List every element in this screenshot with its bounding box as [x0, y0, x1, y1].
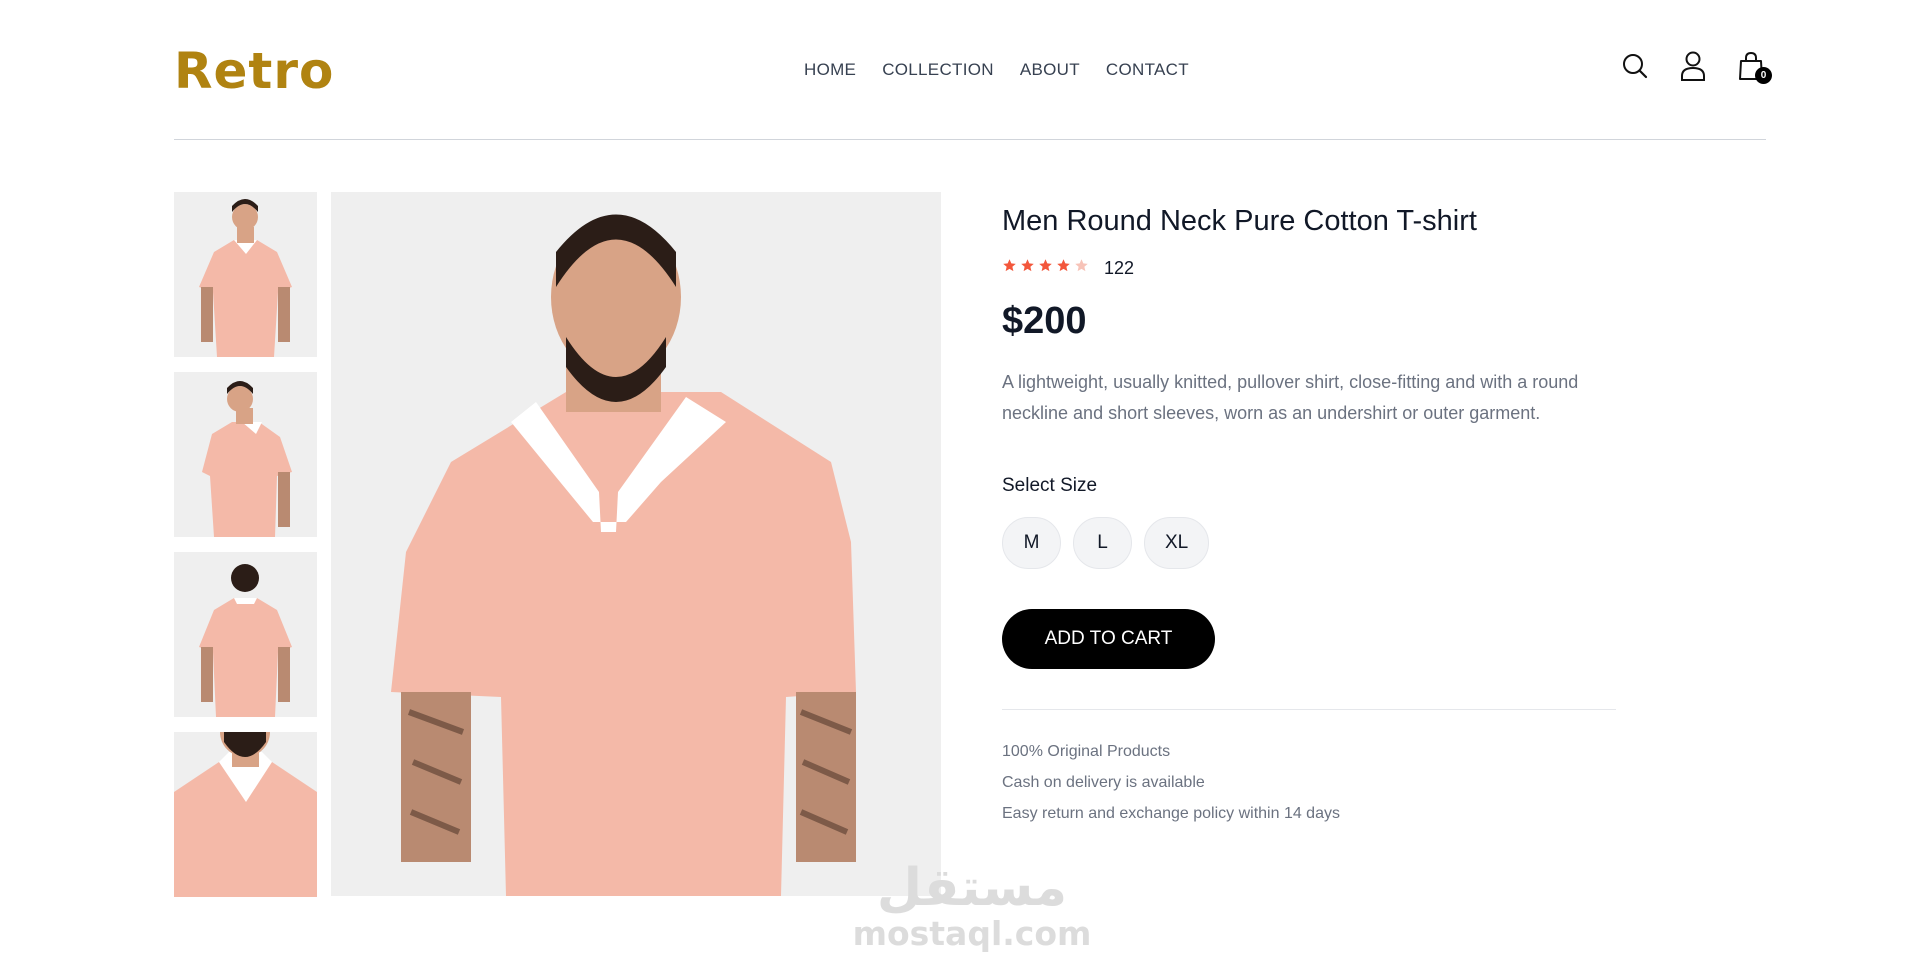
header-actions: 0 — [1620, 50, 1772, 84]
nav-collection-link[interactable]: COLLECTION — [882, 60, 994, 80]
policy-item: Easy return and exchange policy within 1… — [1002, 805, 1340, 822]
star-icon — [1056, 258, 1071, 278]
size-option-xl[interactable]: XL — [1144, 517, 1210, 569]
nav-contact-link[interactable]: CONTACT — [1106, 60, 1189, 80]
watermark-arabic: مستقل — [876, 858, 1068, 918]
user-icon[interactable] — [1678, 50, 1708, 82]
policy-item: Cash on delivery is available — [1002, 774, 1205, 791]
product-info: Men Round Neck Pure Cotton T-shirt 122 $… — [1002, 205, 1616, 829]
thumbnail-front[interactable] — [174, 192, 317, 357]
brand-logo[interactable]: Retro — [174, 42, 334, 100]
cart-count-badge: 0 — [1755, 67, 1772, 84]
shopping-bag-icon[interactable]: 0 — [1736, 50, 1772, 84]
size-option-l[interactable]: L — [1073, 517, 1132, 569]
product-description: A lightweight, usually knitted, pullover… — [1002, 372, 1579, 423]
main-nav: HOME COLLECTION ABOUT CONTACT — [804, 60, 1189, 80]
star-icon — [1074, 258, 1089, 278]
watermark: مستقل mostaql.com — [852, 860, 1092, 952]
thumbnail-closeup[interactable] — [174, 732, 317, 897]
nav-home-link[interactable]: HOME — [804, 60, 856, 80]
rating-stars — [1002, 258, 1089, 278]
nav-about-link[interactable]: ABOUT — [1020, 60, 1080, 80]
size-options: M L XL — [1002, 517, 1616, 569]
main-product-image[interactable] — [331, 192, 941, 896]
policy-item: 100% Original Products — [1002, 743, 1171, 760]
size-option-m[interactable]: M — [1002, 517, 1061, 569]
product-price: $200 — [1002, 300, 1087, 342]
policy-list: 100% Original Products Cash on delivery … — [1002, 736, 1616, 829]
thumbnail-side[interactable] — [174, 372, 317, 537]
thumbnail-list — [174, 192, 317, 912]
info-divider — [1002, 709, 1616, 710]
size-label: Select Size — [1002, 475, 1098, 496]
thumbnail-back[interactable] — [174, 552, 317, 717]
site-header: Retro HOME COLLECTION ABOUT CONTACT 0 — [174, 30, 1772, 140]
add-to-cart-button[interactable]: ADD TO CART — [1002, 609, 1215, 669]
watermark-latin: mostaql.com — [852, 914, 1092, 953]
star-icon — [1038, 258, 1053, 278]
rating-count: 122 — [1104, 257, 1135, 278]
search-icon[interactable] — [1620, 50, 1650, 82]
product-rating: 122 — [1002, 258, 1616, 278]
product-title: Men Round Neck Pure Cotton T-shirt — [1002, 205, 1477, 237]
star-icon — [1020, 258, 1035, 278]
star-icon — [1002, 258, 1017, 278]
